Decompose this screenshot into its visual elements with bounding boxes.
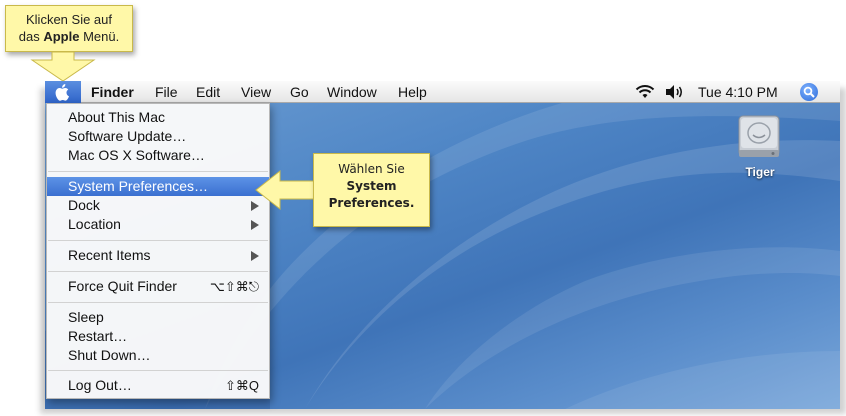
menu-item-about-this-mac[interactable]: About This Mac [47,108,269,127]
callout-left-arrow [255,169,316,211]
menu-item-software-update[interactable]: Software Update… [47,127,269,146]
menu-item-force-quit-finder[interactable]: Force Quit Finder ⌥⇧⌘⎋ [47,277,269,296]
menu-item-mac-os-x-software[interactable]: Mac OS X Software… [47,146,269,165]
callout-mid-line2: System [346,179,397,193]
menu-separator [48,302,268,303]
menu-item-dock[interactable]: Dock [47,196,269,215]
apple-logo-icon [55,84,69,101]
wifi-icon[interactable] [635,84,655,100]
menu-item-restart[interactable]: Restart… [47,327,269,346]
menu-view[interactable]: View [241,84,271,100]
callout-choose-system-preferences: Wählen Sie System Preferences. [313,153,430,227]
hard-drive-label[interactable]: Tiger [725,165,795,179]
menu-edit[interactable]: Edit [196,84,220,100]
menu-separator [48,240,268,241]
menu-file[interactable]: File [155,84,178,100]
log-out-shortcut: ⇧⌘Q [224,378,259,393]
menu-item-sleep[interactable]: Sleep [47,308,269,327]
force-quit-shortcut: ⌥⇧⌘⎋ [209,279,259,294]
apple-menu-button[interactable] [45,81,81,103]
menu-item-recent-items[interactable]: Recent Items [47,246,269,265]
menu-item-shut-down[interactable]: Shut Down… [47,346,269,365]
menu-help[interactable]: Help [398,84,427,100]
callout-mid-line3: Preferences. [328,196,415,210]
volume-icon[interactable] [665,84,685,100]
menu-finder[interactable]: Finder [91,84,134,100]
menu-item-system-preferences[interactable]: System Preferences… [47,177,269,196]
hard-drive-icon[interactable] [735,112,783,162]
spotlight-button[interactable] [800,83,818,101]
callout-click-apple-menu: Klicken Sie auf das Apple Menü. [5,5,133,52]
menu-item-location[interactable]: Location [47,215,269,234]
menu-go[interactable]: Go [290,84,309,100]
menu-window[interactable]: Window [327,84,377,100]
menu-bar: Finder File Edit View Go Window Help Tue… [45,81,840,103]
spotlight-icon [803,86,815,98]
apple-menu-dropdown: About This Mac Software Update… Mac OS X… [46,103,270,399]
callout-top-line1: Klicken Sie auf [26,12,112,27]
menu-item-log-out[interactable]: Log Out… ⇧⌘Q [47,376,269,395]
menu-separator [48,171,268,172]
submenu-arrow-icon [251,220,259,230]
submenu-arrow-icon [251,251,259,261]
menu-separator [48,271,268,272]
menu-separator [48,370,268,371]
callout-top-line2: das Apple Menü. [18,29,120,44]
callout-mid-line1: Wählen Sie [338,162,405,176]
callout-down-arrow [30,52,96,82]
menubar-clock[interactable]: Tue 4:10 PM [698,84,778,100]
